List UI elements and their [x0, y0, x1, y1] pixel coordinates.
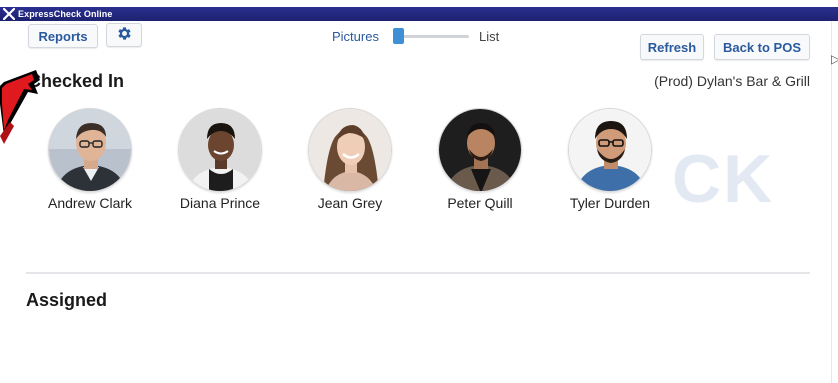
person-card[interactable]: Diana Prince: [170, 108, 270, 211]
avatar: [178, 108, 262, 192]
person-card[interactable]: Jean Grey: [300, 108, 400, 211]
avatar: [48, 108, 132, 192]
view-slider[interactable]: [392, 27, 469, 45]
avatar: [438, 108, 522, 192]
pictures-label[interactable]: Pictures: [332, 29, 379, 44]
window-right-edge: [831, 21, 838, 383]
avatar: [308, 108, 392, 192]
back-to-pos-button[interactable]: Back to POS: [714, 34, 810, 60]
checked-in-title: Checked In: [28, 71, 125, 91]
person-name: Peter Quill: [447, 195, 513, 211]
app-x-icon: [2, 7, 16, 21]
settings-button[interactable]: [106, 23, 142, 47]
cursor-icon: ▷: [831, 52, 838, 66]
slider-thumb[interactable]: [392, 28, 404, 44]
annotation-arrow-icon: [0, 70, 40, 144]
gear-icon: [116, 25, 133, 45]
section-divider: [26, 272, 810, 274]
venue-name: (Prod) Dylan's Bar & Grill: [654, 73, 810, 89]
person-card[interactable]: Peter Quill: [430, 108, 530, 211]
person-name: Andrew Clark: [47, 195, 133, 211]
checked-in-list: Andrew Clark Diana Prince Jean Grey Pete…: [40, 108, 680, 218]
person-card[interactable]: Tyler Durden: [560, 108, 660, 211]
person-name: Diana Prince: [179, 195, 261, 211]
person-name: Jean Grey: [317, 195, 383, 211]
title-bar: ExpressCheck Online: [0, 7, 838, 21]
assigned-title: Assigned: [26, 290, 108, 310]
window-title: ExpressCheck Online: [18, 9, 113, 19]
avatar: [568, 108, 652, 192]
refresh-button[interactable]: Refresh: [640, 34, 704, 60]
person-name: Tyler Durden: [569, 195, 651, 211]
list-label[interactable]: List: [479, 29, 499, 44]
watermark-text: CK: [672, 141, 775, 217]
reports-button[interactable]: Reports: [28, 24, 98, 48]
view-toggle: Pictures List: [332, 27, 499, 45]
slider-track: [392, 35, 469, 38]
person-card[interactable]: Andrew Clark: [40, 108, 140, 211]
